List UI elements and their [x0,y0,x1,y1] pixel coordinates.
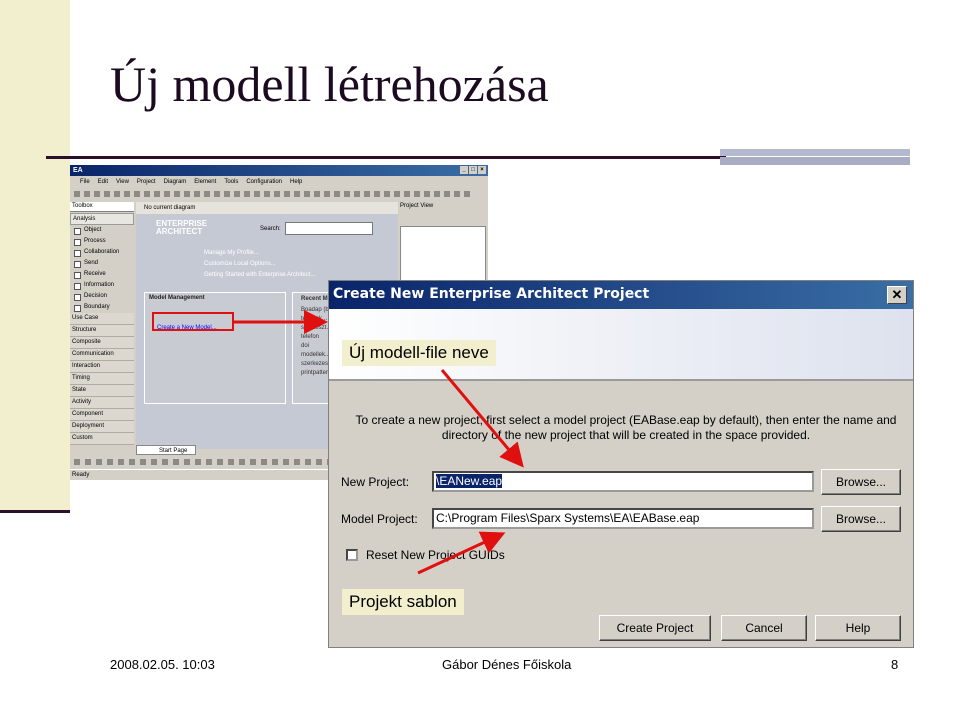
footer-date: 2008.02.05. 10:03 [110,657,215,672]
arrow-to-new-project [440,369,524,468]
arrow-to-model-project [417,531,506,575]
page-number: 8 [891,657,899,672]
annotation-arrows [234,310,524,575]
footer-center: Gábor Dénes Főiskola [442,657,572,672]
